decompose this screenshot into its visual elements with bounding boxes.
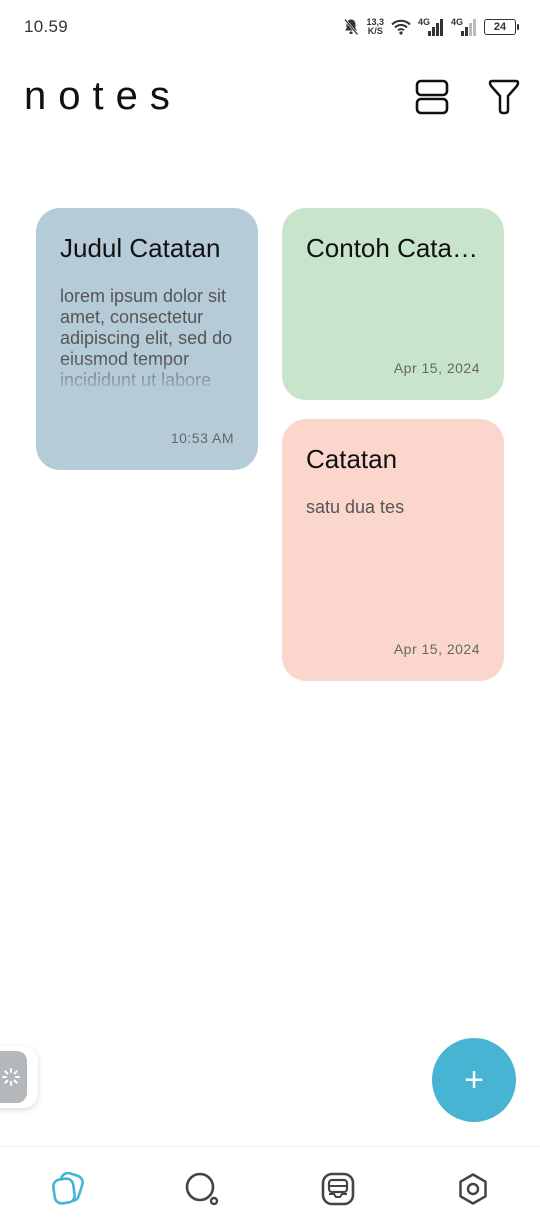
note-card[interactable]: Judul Catatan lorem ipsum dolor sit amet… — [36, 208, 258, 470]
plus-icon: + — [464, 1061, 484, 1099]
note-body: lorem ipsum dolor sit amet, consectetur … — [60, 286, 233, 390]
search-icon — [185, 1172, 219, 1206]
sun-icon — [2, 1068, 20, 1086]
battery-icon: 24 — [484, 19, 519, 35]
layout-toggle-button[interactable] — [414, 78, 450, 116]
archive-icon — [321, 1172, 355, 1206]
battery-level: 24 — [493, 21, 507, 33]
settings-icon — [459, 1173, 487, 1205]
network-speed: 13,3 K/S — [366, 18, 384, 36]
note-date: Apr 15, 2024 — [393, 641, 480, 657]
status-icons: 13,3 K/S 4G 4G 24 — [343, 14, 519, 40]
nav-search[interactable] — [184, 1171, 220, 1207]
status-time: 10.59 — [24, 17, 69, 36]
nav-archive[interactable] — [320, 1171, 356, 1207]
note-title: Contoh Catatan — [306, 233, 480, 263]
signal-icon — [428, 19, 443, 36]
filter-icon — [488, 79, 520, 115]
nav-notes[interactable] — [50, 1171, 86, 1207]
bottom-nav — [0, 1146, 540, 1230]
note-card[interactable]: Catatan satu dua tes Apr 15, 2024 — [282, 419, 504, 681]
nav-settings[interactable] — [455, 1171, 491, 1207]
note-title: Catatan — [306, 444, 398, 474]
app-title: notes — [24, 74, 182, 118]
cellular-2: 4G — [451, 17, 477, 37]
layout-toggle-icon — [415, 79, 449, 115]
signal-icon — [461, 19, 476, 36]
note-body: satu dua tes — [306, 497, 405, 517]
note-date: Apr 15, 2024 — [393, 360, 480, 376]
note-card[interactable]: Contoh Catatan Apr 15, 2024 — [282, 208, 504, 400]
cellular-1: 4G — [418, 17, 444, 37]
notes-icon — [52, 1172, 84, 1205]
note-date: 10:53 AM — [170, 430, 234, 446]
theme-toggle-button[interactable] — [0, 1051, 27, 1103]
bell-muted-icon — [343, 18, 359, 36]
wifi-icon — [391, 19, 411, 35]
filter-button[interactable] — [486, 78, 522, 116]
add-note-button[interactable]: + — [432, 1038, 516, 1122]
note-title: Judul Catatan — [60, 233, 221, 263]
network-speed-unit: K/S — [367, 26, 383, 36]
status-bar: 10.59 13,3 K/S 4G 4G 24 — [0, 0, 540, 54]
